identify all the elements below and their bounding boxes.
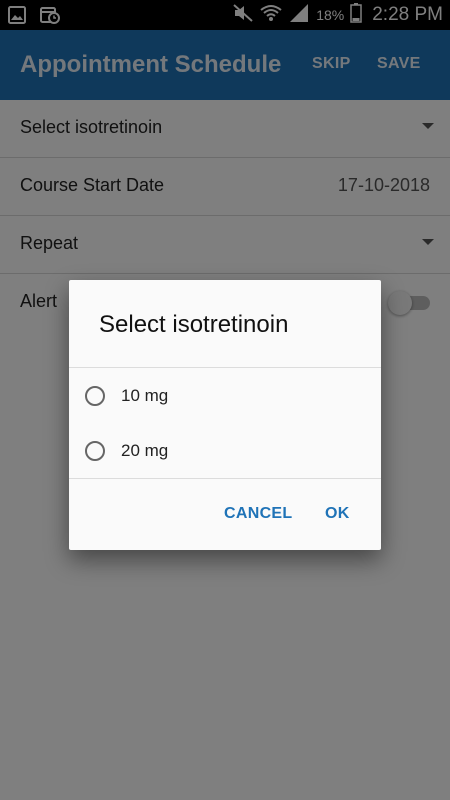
dialog-title: Select isotretinoin bbox=[99, 311, 289, 338]
select-dose-dialog: Select isotretinoin 10 mg 20 mg CANCEL O… bbox=[69, 280, 381, 550]
dose-option-label: 10 mg bbox=[121, 386, 169, 405]
ok-button[interactable]: OK bbox=[325, 505, 350, 523]
dose-option-20mg[interactable]: 20 mg bbox=[69, 423, 381, 478]
cancel-button[interactable]: CANCEL bbox=[224, 505, 292, 523]
dose-option-10mg[interactable]: 10 mg bbox=[69, 368, 381, 423]
radio-button[interactable] bbox=[85, 386, 105, 406]
divider bbox=[69, 478, 381, 479]
radio-button[interactable] bbox=[85, 441, 105, 461]
dose-option-label: 20 mg bbox=[121, 441, 169, 460]
